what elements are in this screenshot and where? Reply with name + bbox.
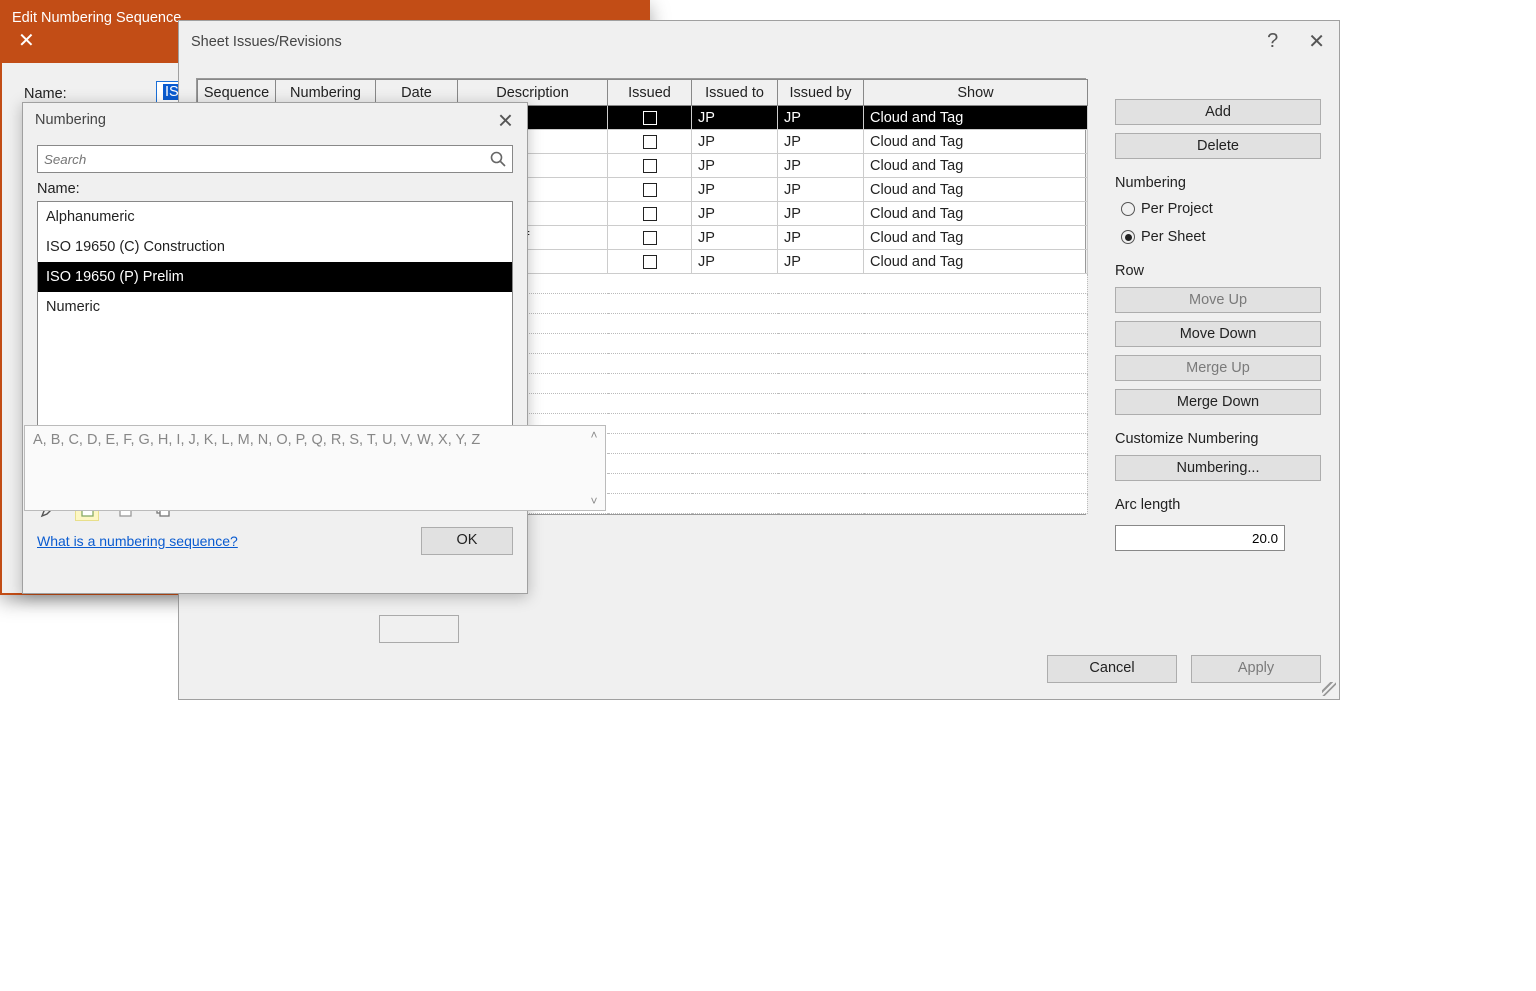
rev-right-panel: Add Delete Numbering Per Project Per She…: [1115, 99, 1321, 551]
radio-per-project-label: Per Project: [1141, 201, 1213, 217]
radio-per-sheet-label: Per Sheet: [1141, 229, 1206, 245]
checkbox[interactable]: [643, 183, 657, 197]
ok-button[interactable]: OK: [421, 527, 513, 555]
radio-dot-icon: [1121, 202, 1135, 216]
arc-length-input[interactable]: [1115, 525, 1285, 551]
list-item[interactable]: ISO 19650 (C) Construction: [38, 232, 512, 262]
move-down-button[interactable]: Move Down: [1115, 321, 1321, 347]
merge-down-button[interactable]: Merge Down: [1115, 389, 1321, 415]
checkbox[interactable]: [643, 231, 657, 245]
customize-label: Customize Numbering: [1115, 431, 1321, 447]
checkbox[interactable]: [643, 207, 657, 221]
rev-corner-fragment: [379, 615, 459, 643]
search-icon: [489, 150, 507, 168]
chevron-up-icon[interactable]: ˄: [590, 428, 597, 442]
ens-name-label: Name:: [24, 86, 134, 102]
list-item[interactable]: Alphanumeric: [38, 202, 512, 232]
resize-grip-icon[interactable]: [1322, 682, 1336, 696]
title-rev: Sheet Issues/Revisions: [191, 34, 342, 50]
name-label: Name:: [37, 181, 513, 197]
help-icon[interactable]: ?: [1261, 28, 1284, 55]
scrollbar[interactable]: ˄ ˅: [585, 428, 603, 508]
numbering-footer: What is a numbering sequence? OK: [37, 527, 513, 555]
checkbox[interactable]: [643, 159, 657, 173]
search-wrap: [37, 145, 513, 173]
help-link[interactable]: What is a numbering sequence?: [37, 533, 238, 549]
apply-button[interactable]: Apply: [1191, 655, 1321, 683]
checkbox[interactable]: [643, 111, 657, 125]
col-issued-to[interactable]: Issued to: [692, 80, 778, 106]
row-label: Row: [1115, 263, 1321, 279]
numbering-label: Numbering: [1115, 175, 1321, 191]
title-ens: Edit Numbering Sequence: [12, 10, 181, 26]
delete-button[interactable]: Delete: [1115, 133, 1321, 159]
radio-per-sheet[interactable]: Per Sheet: [1115, 227, 1321, 247]
col-show[interactable]: Show: [864, 80, 1088, 106]
close-icon[interactable]: ✕: [1302, 27, 1331, 56]
list-item[interactable]: ISO 19650 (P) Prelim: [38, 262, 512, 292]
radio-dot-icon: [1121, 230, 1135, 244]
numbering-button[interactable]: Numbering...: [1115, 455, 1321, 481]
list-item[interactable]: Numeric: [38, 292, 512, 322]
checkbox[interactable]: [643, 255, 657, 269]
cancel-button[interactable]: Cancel: [1047, 655, 1177, 683]
titlebar-rev: Sheet Issues/Revisions ? ✕: [179, 21, 1339, 62]
search-input[interactable]: [37, 145, 513, 173]
titlebar-numbering: Numbering ×: [23, 103, 527, 137]
checkbox[interactable]: [643, 135, 657, 149]
custom-seq-box: A, B, C, D, E, F, G, H, I, J, K, L, M, N…: [24, 425, 606, 511]
rev-footer: Cancel Apply: [1047, 655, 1321, 683]
radio-per-project[interactable]: Per Project: [1115, 199, 1321, 219]
col-issued-by[interactable]: Issued by: [778, 80, 864, 106]
title-numbering: Numbering: [35, 112, 106, 128]
close-icon[interactable]: ✕: [12, 26, 41, 55]
custom-seq-text: A, B, C, D, E, F, G, H, I, J, K, L, M, N…: [33, 432, 480, 448]
close-icon[interactable]: ×: [492, 109, 519, 131]
col-issued[interactable]: Issued: [608, 80, 692, 106]
arc-length-label: Arc length: [1115, 497, 1321, 513]
add-button[interactable]: Add: [1115, 99, 1321, 125]
merge-up-button[interactable]: Merge Up: [1115, 355, 1321, 381]
chevron-down-icon[interactable]: ˅: [590, 494, 597, 508]
move-up-button[interactable]: Move Up: [1115, 287, 1321, 313]
dialog-numbering: Numbering × Name: AlphanumericISO 19650 …: [22, 102, 528, 594]
